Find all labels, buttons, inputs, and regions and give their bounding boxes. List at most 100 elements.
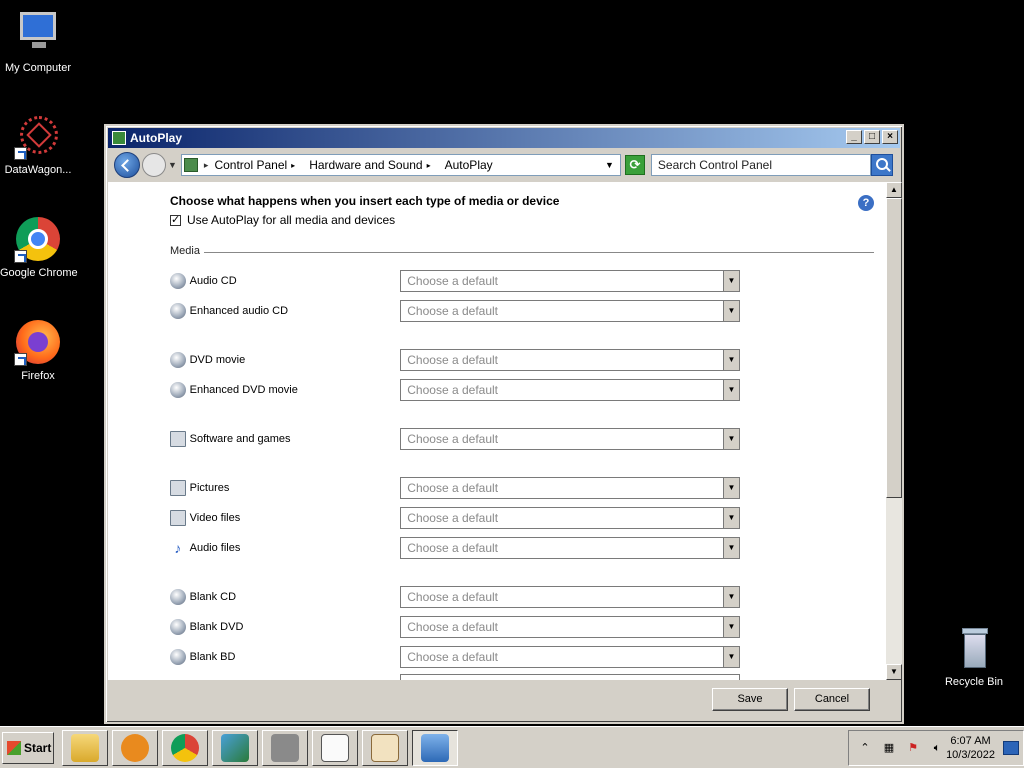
- desktop-icon-datawagon[interactable]: DataWagon...: [0, 112, 76, 176]
- chevron-down-icon[interactable]: ▼: [723, 380, 739, 400]
- media-row-video-files: Video files Choose a default ▼: [170, 507, 740, 529]
- breadcrumb-label: Control Panel: [214, 158, 288, 172]
- show-desktop-button[interactable]: [1003, 741, 1019, 755]
- chrome-icon: [171, 734, 199, 762]
- start-label: Start: [24, 741, 52, 755]
- media-label: Enhanced DVD movie: [189, 384, 298, 396]
- taskbar-solitaire[interactable]: [312, 730, 358, 766]
- chevron-down-icon[interactable]: ▼: [723, 429, 739, 449]
- chevron-right-icon[interactable]: ▸: [204, 160, 209, 171]
- taskbar-puzzle-app[interactable]: [212, 730, 258, 766]
- chevron-right-icon[interactable]: ▸: [291, 161, 295, 170]
- default-action-select[interactable]: Choose a default ▼: [400, 379, 740, 401]
- taskbar-autoplay[interactable]: [412, 730, 458, 766]
- firefox-icon: [14, 318, 62, 366]
- close-button[interactable]: ×: [882, 130, 898, 144]
- software-icon: [170, 431, 186, 447]
- address-bar[interactable]: ▸ Control Panel ▸ Hardware and Sound ▸ A…: [180, 154, 621, 176]
- breadcrumb-control-panel[interactable]: Control Panel ▸: [214, 158, 301, 172]
- forward-button[interactable]: [142, 153, 166, 177]
- system-tray: ⌃ ▦ ⚑ 🔈︎ 6:07 AM 10/3/2022: [848, 730, 1024, 766]
- default-action-select[interactable]: Choose a default ▼: [400, 428, 740, 450]
- chevron-down-icon[interactable]: ▼: [723, 508, 739, 528]
- taskbar-media-player[interactable]: [112, 730, 158, 766]
- select-value: Choose a default: [407, 590, 498, 604]
- desktop-icon-label: DataWagon...: [4, 164, 72, 176]
- video-icon: [170, 510, 186, 526]
- default-action-select[interactable]: Choose a default ▼: [400, 537, 740, 559]
- desktop-icon-firefox[interactable]: Firefox: [0, 318, 76, 382]
- volume-icon[interactable]: 🔈︎: [929, 740, 945, 756]
- media-label: Blank CD: [189, 591, 237, 603]
- media-label: Video files: [189, 512, 241, 524]
- media-row-audio-cd: Audio CD Choose a default ▼: [170, 270, 740, 292]
- scroll-up-button[interactable]: ▲: [886, 182, 902, 198]
- default-action-select[interactable]: Choose a default ▼: [400, 586, 740, 608]
- chess-icon: [271, 734, 299, 762]
- recycle-bin-icon: [950, 624, 998, 672]
- chevron-down-icon[interactable]: ▼: [723, 538, 739, 558]
- taskbar-mahjong[interactable]: [362, 730, 408, 766]
- default-action-select[interactable]: Choose a default ▼: [400, 300, 740, 322]
- taskbar-chrome[interactable]: [162, 730, 208, 766]
- media-row-blank-dvd: Blank DVD Choose a default ▼: [170, 616, 740, 638]
- folder-icon: [71, 734, 99, 762]
- refresh-button[interactable]: ⟳: [624, 155, 645, 175]
- blocks-icon: [221, 734, 249, 762]
- back-button[interactable]: [114, 152, 140, 178]
- scroll-down-button[interactable]: ▼: [886, 664, 902, 680]
- network-icon[interactable]: ▦: [881, 740, 897, 756]
- window-title: AutoPlay: [130, 131, 183, 145]
- maximize-button[interactable]: □: [864, 130, 880, 144]
- default-action-select[interactable]: Choose a default ▼: [400, 477, 740, 499]
- action-center-icon[interactable]: ⚑: [905, 740, 921, 756]
- cancel-button[interactable]: Cancel: [794, 688, 870, 711]
- taskbar-chess[interactable]: [262, 730, 308, 766]
- computer-icon: [14, 10, 62, 58]
- chevron-down-icon[interactable]: ▼: [723, 350, 739, 370]
- chevron-down-icon[interactable]: ▼: [723, 647, 739, 667]
- autoplay-icon: [112, 131, 126, 145]
- desktop-icon-label: Firefox: [21, 370, 55, 382]
- cards-icon: [321, 734, 349, 762]
- title-bar[interactable]: AutoPlay _ □ ×: [108, 128, 900, 148]
- default-action-select[interactable]: Choose a default ▼: [400, 349, 740, 371]
- minimize-button[interactable]: _: [846, 130, 862, 144]
- chevron-right-icon[interactable]: ▸: [427, 161, 431, 170]
- default-action-select[interactable]: Choose a default ▼: [400, 646, 740, 668]
- select-value: Choose a default: [407, 353, 498, 367]
- chevron-down-icon[interactable]: ▼: [723, 587, 739, 607]
- recent-pages-dropdown[interactable]: ▼: [168, 160, 177, 170]
- show-hidden-icons-icon[interactable]: ⌃: [857, 740, 873, 756]
- select-value: Choose a default: [407, 274, 498, 288]
- vertical-scrollbar[interactable]: ▲ ▼: [886, 182, 902, 680]
- breadcrumb-autoplay[interactable]: AutoPlay: [445, 158, 493, 172]
- blank-disc-icon: [170, 649, 186, 665]
- desktop-icon-my-computer[interactable]: My Computer: [0, 10, 76, 74]
- chevron-down-icon[interactable]: ▼: [723, 478, 739, 498]
- start-button[interactable]: Start: [2, 732, 54, 764]
- taskbar-explorer[interactable]: [62, 730, 108, 766]
- default-action-select[interactable]: Choose a default ▼: [400, 270, 740, 292]
- help-icon[interactable]: ?: [858, 195, 874, 211]
- disc-icon: [170, 303, 186, 319]
- chevron-down-icon[interactable]: ▼: [723, 271, 739, 291]
- desktop-icon-chrome[interactable]: Google Chrome: [0, 215, 78, 279]
- save-button[interactable]: Save: [712, 688, 788, 711]
- navigation-bar: ▼ ▸ Control Panel ▸ Hardware and Sound ▸…: [108, 150, 900, 180]
- chevron-down-icon[interactable]: ▼: [723, 301, 739, 321]
- clock[interactable]: 6:07 AM 10/3/2022: [946, 734, 995, 762]
- default-action-select[interactable]: Choose a default ▼: [400, 616, 740, 638]
- default-action-select[interactable]: [400, 674, 740, 680]
- search-input[interactable]: Search Control Panel: [650, 154, 871, 176]
- datawagon-icon: [14, 112, 62, 160]
- chevron-down-icon[interactable]: ▼: [723, 617, 739, 637]
- desktop-icon-recycle-bin[interactable]: Recycle Bin: [936, 624, 1012, 688]
- breadcrumb-hardware-and-sound[interactable]: Hardware and Sound ▸: [309, 158, 436, 172]
- default-action-select[interactable]: Choose a default ▼: [400, 507, 740, 529]
- search-icon[interactable]: [870, 154, 893, 176]
- address-dropdown-icon[interactable]: ▼: [605, 160, 614, 170]
- checkbox[interactable]: [170, 213, 181, 226]
- scroll-thumb[interactable]: [886, 198, 902, 498]
- use-autoplay-checkbox[interactable]: Use AutoPlay for all media and devices: [170, 213, 395, 227]
